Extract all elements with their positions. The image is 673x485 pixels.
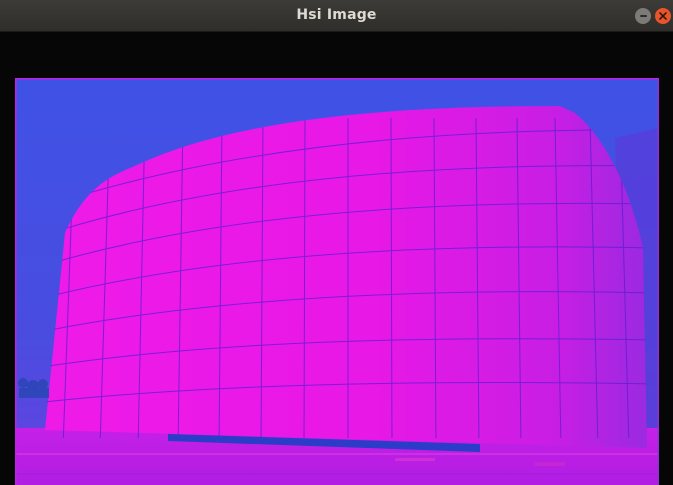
- app-window: Hsi Image: [0, 0, 673, 485]
- hsi-image: [15, 78, 659, 485]
- close-button[interactable]: [655, 8, 671, 24]
- title-bar[interactable]: Hsi Image: [0, 0, 673, 32]
- window-title: Hsi Image: [296, 7, 377, 23]
- minimize-button[interactable]: [635, 8, 651, 24]
- image-viewport: [0, 32, 673, 485]
- close-icon: [659, 12, 667, 20]
